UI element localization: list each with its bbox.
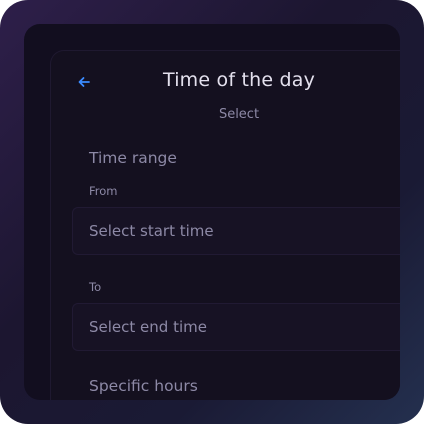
page-title: Time of the day	[162, 69, 316, 91]
app-frame: Time of the day Select Time range From S…	[0, 0, 424, 424]
time-range-heading: Time range	[89, 149, 177, 167]
end-time-placeholder: Select end time	[89, 318, 207, 336]
from-label: From	[89, 184, 118, 198]
start-time-placeholder: Select start time	[89, 222, 214, 240]
time-of-day-panel: Time of the day Select Time range From S…	[50, 50, 400, 400]
page-subtitle: Select	[218, 107, 260, 122]
device-screen: Time of the day Select Time range From S…	[24, 24, 400, 400]
end-time-selector[interactable]: Select end time	[72, 303, 400, 351]
specific-hours-heading: Specific hours	[89, 377, 198, 395]
to-label: To	[89, 280, 102, 294]
start-time-selector[interactable]: Select start time	[72, 207, 400, 255]
chevron-right-icon	[396, 224, 400, 238]
chevron-right-icon	[396, 320, 400, 334]
